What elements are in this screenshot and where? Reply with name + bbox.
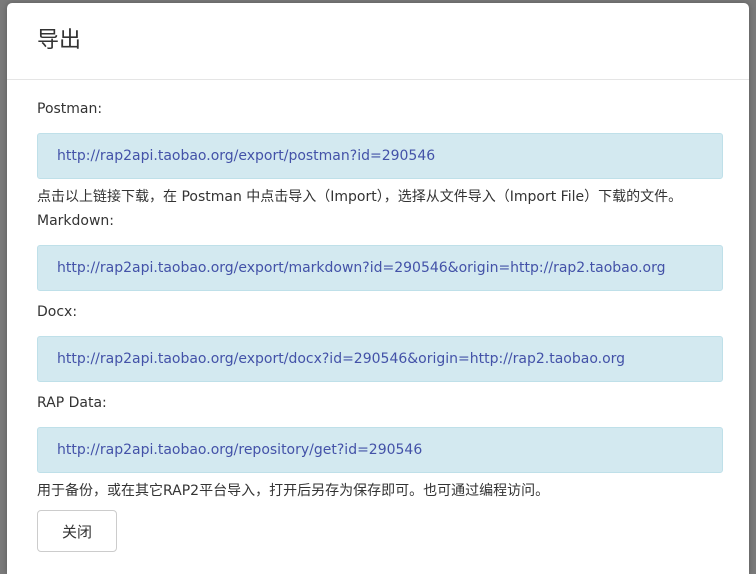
dialog-body: Postman: http://rap2api.taobao.org/expor… [37, 99, 723, 501]
postman-link-box: http://rap2api.taobao.org/export/postman… [37, 133, 723, 179]
rap-data-export-link[interactable]: http://rap2api.taobao.org/repository/get… [57, 442, 422, 458]
export-dialog: 导出 Postman: http://rap2api.taobao.org/ex… [7, 3, 749, 574]
markdown-link-box: http://rap2api.taobao.org/export/markdow… [37, 245, 723, 291]
docx-link-box: http://rap2api.taobao.org/export/docx?id… [37, 336, 723, 382]
markdown-label: Markdown: [37, 213, 115, 229]
rap-data-note: 用于备份，或在其它RAP2平台导入，打开后另存为保存即可。也可通过编程访问。 [37, 483, 550, 499]
dialog-title: 导出 [37, 28, 82, 53]
postman-note: 点击以上链接下载，在 Postman 中点击导入（Import），选择从文件导入… [37, 189, 683, 205]
rap-data-link-box: http://rap2api.taobao.org/repository/get… [37, 427, 723, 473]
docx-label: Docx: [37, 304, 78, 320]
dialog-header: 导出 [7, 3, 749, 80]
rap-data-label: RAP Data: [37, 395, 107, 411]
close-button[interactable]: 关闭 [37, 510, 117, 552]
markdown-export-link[interactable]: http://rap2api.taobao.org/export/markdow… [57, 260, 665, 276]
postman-export-link[interactable]: http://rap2api.taobao.org/export/postman… [57, 148, 435, 164]
postman-label: Postman: [37, 101, 103, 117]
docx-export-link[interactable]: http://rap2api.taobao.org/export/docx?id… [57, 351, 625, 367]
